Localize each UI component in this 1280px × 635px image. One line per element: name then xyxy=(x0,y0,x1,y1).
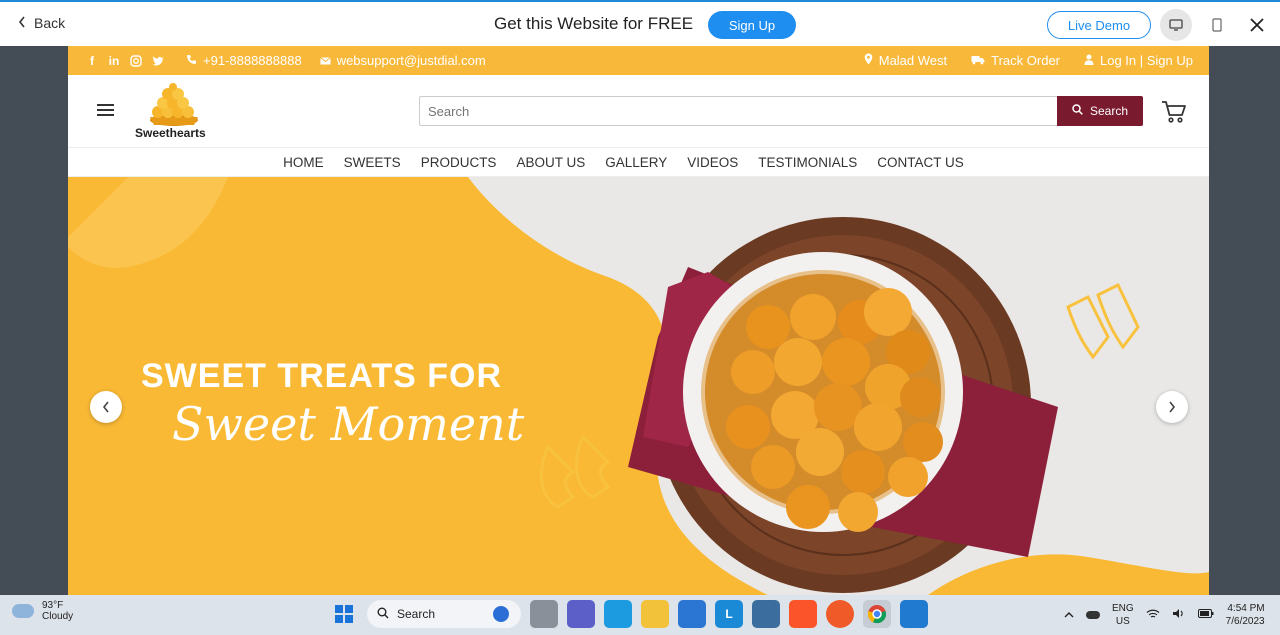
desktop-view-icon[interactable] xyxy=(1160,9,1192,41)
nav-gallery[interactable]: GALLERY xyxy=(605,155,667,170)
live-demo-button[interactable]: Live Demo xyxy=(1047,11,1151,39)
site-search-input[interactable] xyxy=(419,96,1058,126)
nav-testimonials[interactable]: TESTIMONIALS xyxy=(758,155,857,170)
site-header: Sweethearts Search xyxy=(68,75,1209,148)
nav-about-us[interactable]: ABOUT US xyxy=(516,155,585,170)
weather-condition: Cloudy xyxy=(42,611,74,622)
promo-bar: Back Get this Website for FREE Sign Up L… xyxy=(0,0,1280,46)
menu-icon[interactable] xyxy=(97,104,114,116)
bing-icon xyxy=(493,606,509,622)
website-preview: f in +91-8888888888 websupport@justdial.… xyxy=(68,46,1209,595)
mail-icon xyxy=(319,53,331,68)
main-nav: HOME SWEETS PRODUCTS ABOUT US GALLERY VI… xyxy=(68,148,1209,177)
clock-time: 4:54 PM xyxy=(1227,603,1265,614)
battery-icon[interactable] xyxy=(1197,609,1214,621)
track-order-label: Track Order xyxy=(991,53,1060,68)
carousel-prev-button[interactable] xyxy=(90,391,122,423)
login-label: Log In | Sign Up xyxy=(1100,53,1193,68)
lang-code: ENG xyxy=(1112,603,1134,614)
chevron-left-icon xyxy=(18,15,26,31)
microsoft-store-icon[interactable] xyxy=(678,600,706,628)
social-links: f in xyxy=(86,54,164,68)
search-button-label: Search xyxy=(1089,104,1129,118)
chrome-browser-icon[interactable] xyxy=(863,600,891,628)
compass-app-icon[interactable] xyxy=(826,600,854,628)
brand-name: Sweethearts xyxy=(135,126,206,140)
close-icon[interactable] xyxy=(1246,14,1268,36)
chevron-left-icon xyxy=(102,401,109,413)
l-app-icon[interactable]: L xyxy=(715,600,743,628)
nav-videos[interactable]: VIDEOS xyxy=(687,155,738,170)
taskbar-apps: Search L xyxy=(330,600,928,628)
hero-script-text: Sweet Moment xyxy=(172,397,525,451)
phone-number: +91-8888888888 xyxy=(203,53,302,68)
email-address: websupport@justdial.com xyxy=(336,53,486,68)
track-order-link[interactable]: Track Order xyxy=(971,53,1060,68)
mobile-view-icon[interactable] xyxy=(1209,15,1225,35)
windows-start-icon[interactable] xyxy=(330,600,358,628)
nav-sweets[interactable]: SWEETS xyxy=(344,155,401,170)
email-contact[interactable]: websupport@justdial.com xyxy=(319,53,486,68)
weather-temp: 93°F xyxy=(42,600,64,611)
linkedin-icon[interactable]: in xyxy=(108,54,120,68)
phone-contact[interactable]: +91-8888888888 xyxy=(186,53,302,68)
topbar-right: Malad West Track Order Log In | Sign Up xyxy=(864,53,1209,68)
onedrive-icon[interactable] xyxy=(1086,611,1100,619)
teams-chat-icon[interactable] xyxy=(567,600,595,628)
wifi-icon[interactable] xyxy=(1146,609,1160,622)
language-indicator[interactable]: ENG US xyxy=(1112,602,1134,628)
vscode-icon[interactable] xyxy=(900,600,928,628)
contact-topbar: f in +91-8888888888 websupport@justdial.… xyxy=(68,46,1209,75)
system-tray: ENG US 4:54 PM 7/6/2023 xyxy=(1064,602,1265,628)
clock-date: 7/6/2023 xyxy=(1225,616,1265,627)
brave-browser-icon[interactable] xyxy=(789,600,817,628)
os-taskbar: 93°F Cloudy Search L ENG US 4:54 PM 7/6/… xyxy=(0,595,1280,635)
cloud-icon xyxy=(12,604,34,618)
weather-widget[interactable]: 93°F Cloudy xyxy=(12,600,73,622)
taskbar-search-label: Search xyxy=(397,607,436,621)
search-icon xyxy=(1072,104,1083,118)
search-icon xyxy=(377,607,389,622)
login-link[interactable]: Log In | Sign Up xyxy=(1084,53,1193,68)
region-code: US xyxy=(1115,616,1130,627)
map-pin-icon xyxy=(864,53,873,68)
site-search-button[interactable]: Search xyxy=(1057,96,1143,126)
chevron-up-icon[interactable] xyxy=(1064,610,1074,621)
back-label: Back xyxy=(34,15,66,31)
facebook-icon[interactable]: f xyxy=(86,54,98,68)
nav-home[interactable]: HOME xyxy=(283,155,324,170)
back-button[interactable]: Back xyxy=(18,15,65,31)
hero-headline: SWEET TREATS FOR xyxy=(141,357,503,395)
hero-banner: SWEET TREATS FOR Sweet Moment xyxy=(68,177,1209,595)
chevron-right-icon xyxy=(1169,401,1176,413)
cart-icon[interactable] xyxy=(1161,100,1187,124)
promo-title: Get this Website for FREE xyxy=(494,14,694,33)
nav-products[interactable]: PRODUCTS xyxy=(421,155,497,170)
sql-app-icon[interactable] xyxy=(752,600,780,628)
file-explorer-icon[interactable] xyxy=(641,600,669,628)
system-clock[interactable]: 4:54 PM 7/6/2023 xyxy=(1226,602,1265,628)
nav-contact-us[interactable]: CONTACT US xyxy=(877,155,964,170)
twitter-icon[interactable] xyxy=(152,55,164,67)
volume-icon[interactable] xyxy=(1172,608,1186,622)
location-link[interactable]: Malad West xyxy=(864,53,947,68)
taskbar-search[interactable]: Search xyxy=(367,600,521,628)
location-label: Malad West xyxy=(878,53,948,68)
user-icon xyxy=(1084,53,1094,68)
task-view-icon[interactable] xyxy=(530,600,558,628)
carousel-next-button[interactable] xyxy=(1156,391,1188,423)
edge-browser-icon[interactable] xyxy=(604,600,632,628)
truck-icon xyxy=(971,53,985,68)
instagram-icon[interactable] xyxy=(130,54,142,67)
sign-up-button[interactable]: Sign Up xyxy=(708,11,796,39)
phone-icon xyxy=(186,53,197,68)
